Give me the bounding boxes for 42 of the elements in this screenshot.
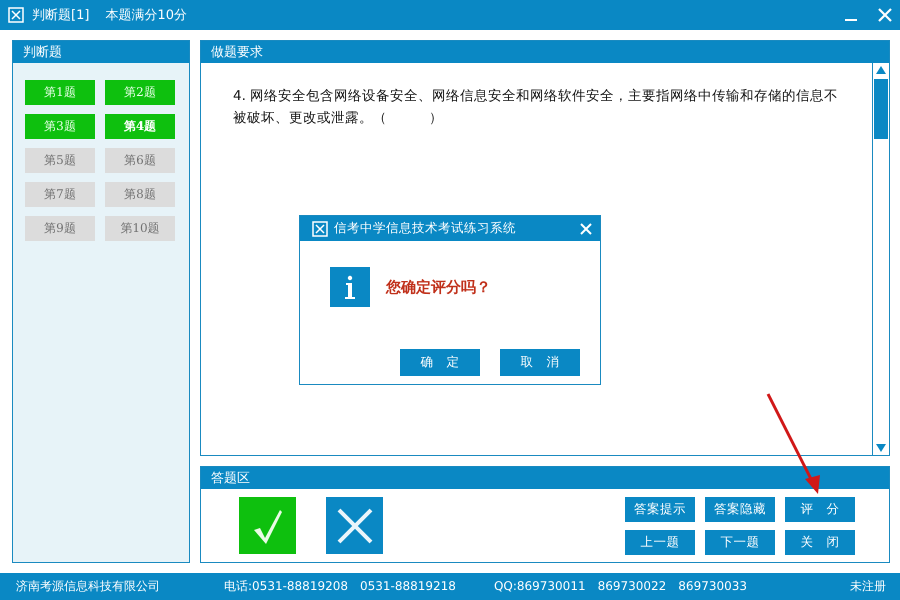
question-button[interactable]: 第6题 xyxy=(105,148,175,173)
question-button[interactable]: 第1题 xyxy=(25,80,95,105)
action-button[interactable]: 上一题 xyxy=(625,530,695,554)
close-icon[interactable] xyxy=(878,8,892,22)
dialog-button[interactable]: 确 定 xyxy=(400,349,480,376)
action-button[interactable]: 关 闭 xyxy=(785,530,855,554)
panel-title: 判断题 xyxy=(23,44,62,61)
qq-numbers: QQ:869730011 869730022 869730033 xyxy=(494,578,748,595)
window-title: 判断题[1] xyxy=(32,7,90,24)
question-button[interactable]: 第9题 xyxy=(25,216,95,241)
registration-status: 未注册 xyxy=(850,578,886,595)
phone-numbers: 电话:0531-88819208 0531-88819218 xyxy=(224,578,456,595)
question-button[interactable]: 第8题 xyxy=(105,182,175,207)
company-name: 济南考源信息科技有限公司 xyxy=(16,578,160,595)
true-answer-button[interactable] xyxy=(239,497,296,554)
panel-title: 做题要求 xyxy=(211,44,263,61)
question-button[interactable]: 第4题 xyxy=(105,114,175,139)
dialog-message: 您确定评分吗？ xyxy=(386,278,491,296)
action-button[interactable]: 答案隐藏 xyxy=(705,496,775,522)
window-subtitle: 本题满分10分 xyxy=(105,7,187,24)
question-button[interactable]: 第2题 xyxy=(105,80,175,105)
app-icon xyxy=(312,220,328,236)
action-button[interactable]: 答案提示 xyxy=(625,496,695,522)
close-icon[interactable] xyxy=(580,222,592,234)
scroll-down-icon[interactable] xyxy=(875,443,887,453)
dialog-button[interactable]: 取 消 xyxy=(500,349,580,376)
scroll-thumb[interactable] xyxy=(874,79,888,139)
app-icon xyxy=(8,7,24,23)
panel-title: 答题区 xyxy=(211,470,250,487)
question-button[interactable]: 第5题 xyxy=(25,148,95,173)
question-text: 4. 网络安全包含网络设备安全、网络信息安全和网络软件安全，主要指网络中传输和存储的信息不被破坏、更改或泄露。（ ） xyxy=(233,87,840,128)
scrollbar[interactable] xyxy=(872,63,889,455)
cross-icon xyxy=(334,506,374,546)
action-button[interactable]: 评 分 xyxy=(785,496,855,522)
info-icon xyxy=(330,267,370,307)
scroll-up-icon[interactable] xyxy=(875,65,887,75)
question-button[interactable]: 第3题 xyxy=(25,114,95,139)
question-button[interactable]: 第10题 xyxy=(105,216,175,241)
action-button[interactable]: 下一题 xyxy=(705,530,775,554)
false-answer-button[interactable] xyxy=(326,497,383,554)
question-button[interactable]: 第7题 xyxy=(25,182,95,207)
dialog-title: 信考中学信息技术考试练习系统 xyxy=(334,220,516,237)
